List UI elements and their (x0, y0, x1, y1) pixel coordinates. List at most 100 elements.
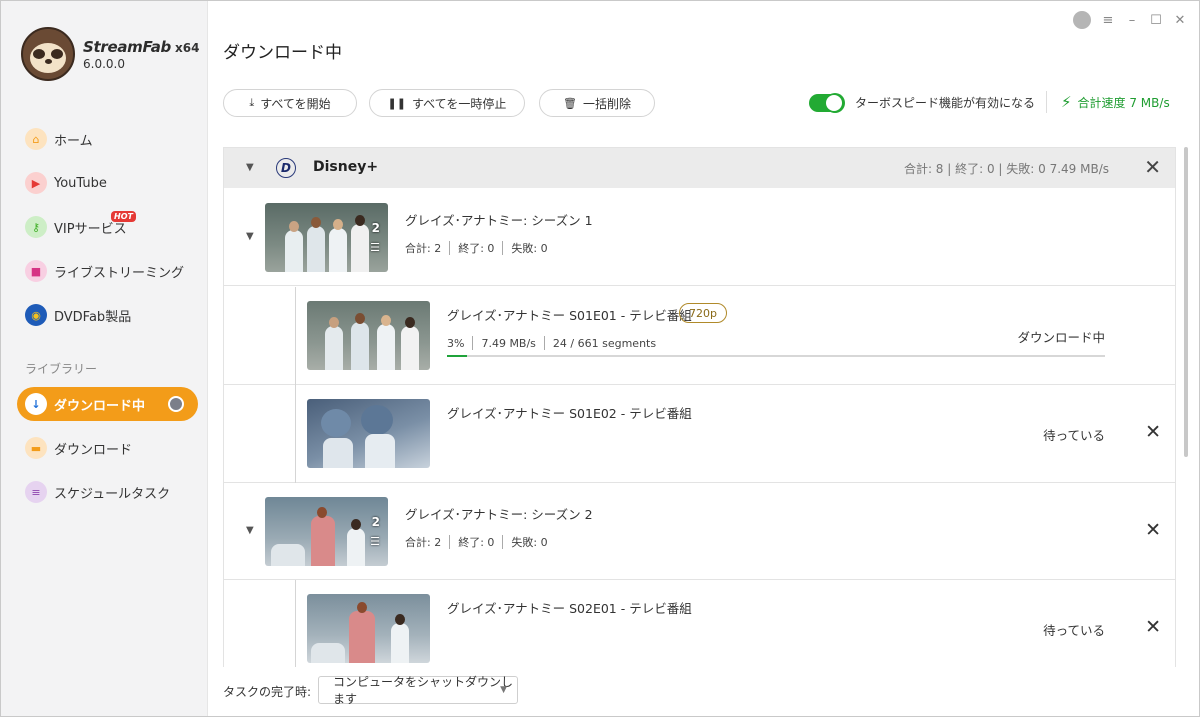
sidebar-item-label: YouTube (54, 175, 107, 191)
episode-row[interactable]: グレイズ･アナトミー S01E01 - テレビ番組 720p 3% 7.49 M… (224, 287, 1175, 385)
group-header[interactable]: ▼ D Disney+ 合計: 8 | 終了: 0 | 失敗: 0 7.49 M… (224, 148, 1175, 188)
app-arch: x64 (174, 41, 200, 55)
app-version: 6.0.0.0 (83, 57, 125, 71)
menu-icon[interactable]: ≡ (1101, 13, 1115, 28)
page-title: ダウンロード中 (223, 43, 342, 63)
season-title: グレイズ･アナトミー: シーズン 2 (405, 507, 593, 522)
folder-icon: ▬ (25, 437, 47, 459)
episode-title: グレイズ･アナトミー S01E01 - テレビ番組 (447, 308, 692, 323)
collapse-caret-icon[interactable]: ▼ (246, 525, 254, 536)
maximize-icon[interactable]: ☐ (1149, 13, 1163, 28)
playlist-icon: ☰ (370, 241, 380, 254)
episode-row[interactable]: グレイズ･アナトミー S02E01 - テレビ番組 待っている ✕ (224, 580, 1175, 667)
total-speed: ⚡ 合計速度 7 MB/s (1061, 93, 1170, 111)
on-complete-select[interactable]: コンピュータをシャットダウンします ▼ (318, 675, 518, 706)
library-section-label: ライブラリー (25, 362, 98, 376)
turbo-label: ターボスピード機能が有効になる (855, 96, 1036, 110)
start-all-button[interactable]: ⤓ すべてを開始 (223, 89, 357, 117)
season-item-count: 2 (371, 515, 380, 529)
on-complete-label: タスクの完了時: (223, 685, 312, 699)
quality-badge: 720p (679, 303, 727, 323)
download-icon: ⤓ (249, 96, 255, 109)
download-arrow-icon: ↓ (25, 393, 47, 415)
on-complete-value: コンピュータをシャットダウンします (333, 675, 514, 706)
progress-percent: 3% (447, 336, 465, 350)
remove-season-icon[interactable]: ✕ (1145, 519, 1161, 541)
episode-status: 待っている (1043, 623, 1105, 638)
season-done: 終了: 0 (458, 242, 495, 255)
start-all-label: すべてを開始 (260, 96, 331, 111)
sidebar-item-label: DVDFab製品 (54, 309, 132, 325)
season-done: 終了: 0 (458, 536, 495, 549)
episode-thumbnail (307, 301, 430, 370)
account-icon[interactable] (1073, 11, 1091, 29)
group-stats: 合計: 8 | 終了: 0 | 失敗: 0 7.49 MB/s (903, 162, 1109, 176)
season-thumbnail: 2 ☰ (265, 203, 388, 272)
close-window-icon[interactable]: ✕ (1173, 13, 1187, 28)
delete-all-label: 一括削除 (582, 96, 631, 111)
segment-count: 24 / 661 segments (552, 336, 657, 350)
group-name: Disney+ (313, 159, 379, 175)
season-failed: 失敗: 0 (511, 536, 548, 549)
dvdfab-icon: ◉ (25, 304, 47, 326)
season-total: 合計: 2 (405, 242, 442, 255)
total-speed-label: 合計速度 7 MB/s (1077, 95, 1170, 110)
progress-fill (447, 355, 467, 357)
sidebar-item-schedule[interactable]: ≡ スケジュールタスク (17, 475, 198, 509)
episode-thumbnail (307, 399, 430, 468)
season-stats: 合計: 2 終了: 0 失敗: 0 (405, 534, 548, 550)
sidebar-item-youtube[interactable]: ▶ YouTube (17, 166, 198, 200)
close-group-icon[interactable]: ✕ (1144, 155, 1161, 179)
season-title: グレイズ･アナトミー: シーズン 1 (405, 213, 593, 228)
lightning-icon: ⚡ (1061, 93, 1072, 111)
turbo-toggle[interactable] (809, 93, 845, 113)
season-stats: 合計: 2 終了: 0 失敗: 0 (405, 240, 548, 256)
youtube-icon: ▶ (25, 172, 47, 194)
sidebar-item-downloading[interactable]: ↓ ダウンロード中 (17, 387, 198, 421)
home-icon: ⌂ (25, 128, 47, 150)
pause-icon: ❚❚ (387, 96, 406, 110)
sidebar-item-live[interactable]: ■ ライブストリーミング (17, 254, 198, 288)
sidebar-item-label: スケジュールタスク (54, 486, 171, 502)
sidebar-item-dvdfab[interactable]: ◉ DVDFab製品 (17, 298, 198, 332)
episode-thumbnail (307, 594, 430, 663)
sidebar-item-label: ライブストリーミング (54, 265, 185, 281)
app-name: StreamFab (83, 38, 171, 56)
window-controls: ≡ – ☐ ✕ (1073, 11, 1187, 29)
remove-task-icon[interactable]: ✕ (1145, 616, 1161, 638)
progress-bar (447, 355, 1105, 357)
sidebar-item-downloaded[interactable]: ▬ ダウンロード (17, 431, 198, 465)
sidebar-item-label: ダウンロード (54, 442, 133, 458)
collapse-caret-icon[interactable]: ▼ (246, 231, 254, 242)
download-list: ▼ D Disney+ 合計: 8 | 終了: 0 | 失敗: 0 7.49 M… (223, 147, 1176, 667)
season-total: 合計: 2 (405, 536, 442, 549)
pause-all-label: すべてを一時停止 (411, 96, 507, 111)
video-camera-icon: ■ (25, 260, 47, 282)
sidebar-item-label: ホーム (54, 133, 93, 149)
hot-badge: HOT (111, 211, 136, 222)
key-icon: ⚷ (25, 216, 47, 238)
brand: StreamFab x64 6.0.0.0 (21, 27, 199, 81)
disney-plus-icon: D (276, 158, 296, 178)
episode-status: ダウンロード中 (1017, 330, 1105, 345)
episode-row[interactable]: グレイズ･アナトミー S01E02 - テレビ番組 待っている ✕ (224, 385, 1175, 483)
activity-indicator-icon (168, 396, 184, 412)
minimize-icon[interactable]: – (1125, 13, 1139, 28)
delete-all-button[interactable]: 🗑 一括削除 (539, 89, 655, 117)
app-window: StreamFab x64 6.0.0.0 ⌂ ホーム ▶ YouTube ⚷ V… (0, 0, 1200, 717)
season-row[interactable]: ▼ 2 ☰ グレイズ･アナトミー: シーズン 1 合計: 2 終了: 0 失敗:… (224, 189, 1175, 286)
sidebar-item-label: ダウンロード中 (54, 398, 146, 414)
remove-task-icon[interactable]: ✕ (1145, 421, 1161, 443)
task-list-icon: ≡ (25, 481, 47, 503)
season-failed: 失敗: 0 (511, 242, 548, 255)
sidebar-item-home[interactable]: ⌂ ホーム (17, 122, 198, 156)
collapse-caret-icon[interactable]: ▼ (246, 162, 254, 173)
playlist-icon: ☰ (370, 535, 380, 548)
sidebar-item-vip[interactable]: ⚷ VIPサービス HOT (17, 210, 198, 244)
scrollbar[interactable] (1184, 147, 1188, 457)
divider (1046, 91, 1047, 113)
season-row[interactable]: ▼ 2 ☰ グレイズ･アナトミー: シーズン 2 合計: 2 終了: 0 失敗:… (224, 483, 1175, 580)
sidebar: StreamFab x64 6.0.0.0 ⌂ ホーム ▶ YouTube ⚷ V… (1, 1, 208, 716)
pause-all-button[interactable]: ❚❚ すべてを一時停止 (369, 89, 525, 117)
chevron-down-icon: ▼ (500, 685, 507, 695)
